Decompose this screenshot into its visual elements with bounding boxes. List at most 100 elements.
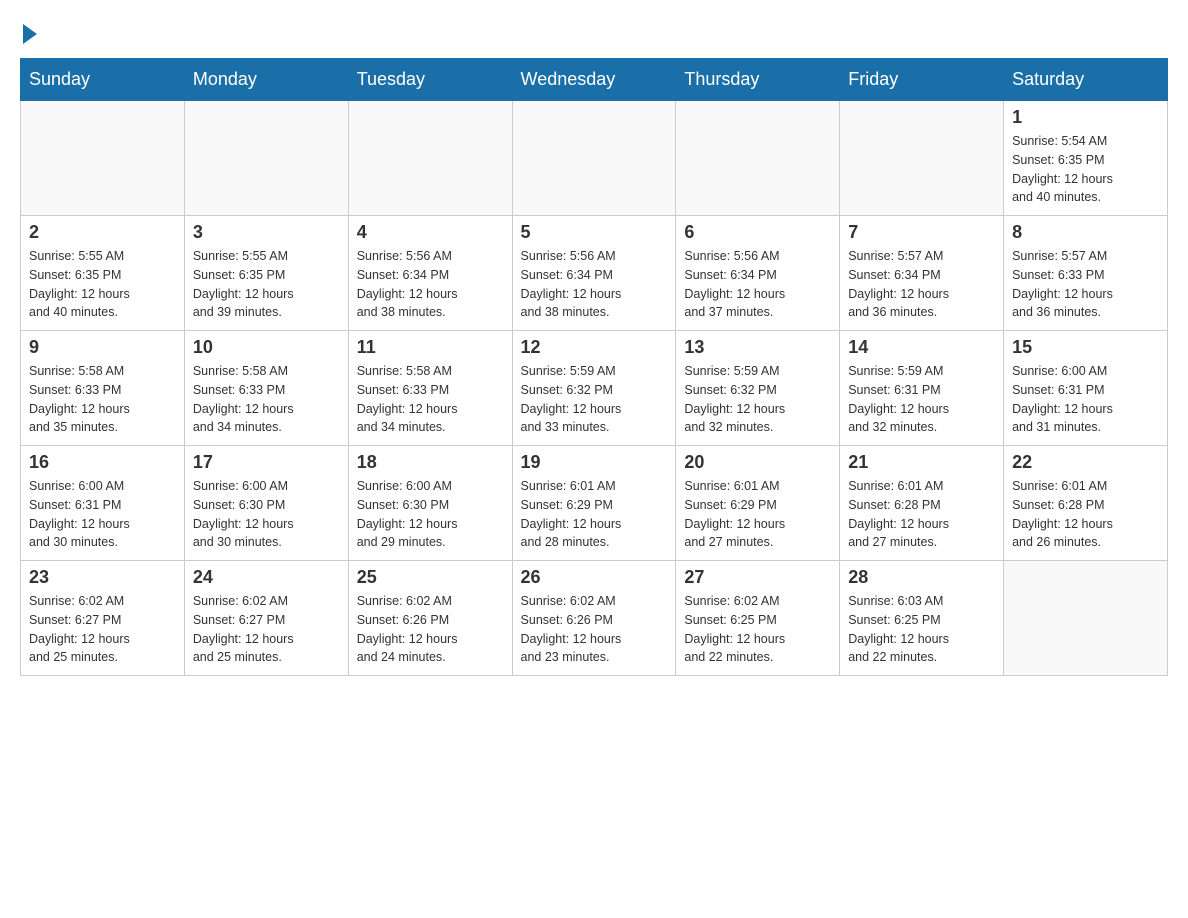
day-number: 28 xyxy=(848,567,995,588)
day-number: 15 xyxy=(1012,337,1159,358)
calendar-cell xyxy=(348,101,512,216)
day-info: Sunrise: 6:01 AM Sunset: 6:28 PM Dayligh… xyxy=(1012,477,1159,552)
day-number: 25 xyxy=(357,567,504,588)
calendar-cell: 6 Sunrise: 5:56 AM Sunset: 6:34 PM Daylig… xyxy=(676,216,840,331)
day-info: Sunrise: 5:56 AM Sunset: 6:34 PM Dayligh… xyxy=(357,247,504,322)
day-number: 7 xyxy=(848,222,995,243)
day-number: 3 xyxy=(193,222,340,243)
calendar-cell: 17Sunrise: 6:00 AM Sunset: 6:30 PM Dayli… xyxy=(184,446,348,561)
calendar-cell: 9 Sunrise: 5:58 AM Sunset: 6:33 PM Daylig… xyxy=(21,331,185,446)
calendar-cell: 14Sunrise: 5:59 AM Sunset: 6:31 PM Dayli… xyxy=(840,331,1004,446)
day-info: Sunrise: 5:58 AM Sunset: 6:33 PM Dayligh… xyxy=(29,362,176,437)
weekday-header-monday: Monday xyxy=(184,59,348,101)
day-info: Sunrise: 5:57 AM Sunset: 6:33 PM Dayligh… xyxy=(1012,247,1159,322)
day-number: 6 xyxy=(684,222,831,243)
weekday-header-saturday: Saturday xyxy=(1004,59,1168,101)
calendar-cell: 11 Sunrise: 5:58 AM Sunset: 6:33 PM Dayli… xyxy=(348,331,512,446)
calendar-cell: 27 Sunrise: 6:02 AM Sunset: 6:25 PM Dayli… xyxy=(676,561,840,676)
day-info: Sunrise: 6:02 AM Sunset: 6:27 PM Dayligh… xyxy=(29,592,176,667)
day-info: Sunrise: 6:00 AM Sunset: 6:30 PM Dayligh… xyxy=(357,477,504,552)
week-row-3: 9 Sunrise: 5:58 AM Sunset: 6:33 PM Daylig… xyxy=(21,331,1168,446)
weekday-header-wednesday: Wednesday xyxy=(512,59,676,101)
calendar-cell: 26 Sunrise: 6:02 AM Sunset: 6:26 PM Dayli… xyxy=(512,561,676,676)
weekday-header-sunday: Sunday xyxy=(21,59,185,101)
calendar-cell xyxy=(21,101,185,216)
day-number: 10 xyxy=(193,337,340,358)
calendar-cell: 18 Sunrise: 6:00 AM Sunset: 6:30 PM Dayli… xyxy=(348,446,512,561)
calendar-cell xyxy=(184,101,348,216)
calendar-cell: 22 Sunrise: 6:01 AM Sunset: 6:28 PM Dayli… xyxy=(1004,446,1168,561)
day-number: 9 xyxy=(29,337,176,358)
day-info: Sunrise: 5:59 AM Sunset: 6:32 PM Dayligh… xyxy=(684,362,831,437)
day-number: 16 xyxy=(29,452,176,473)
calendar-cell: 2Sunrise: 5:55 AM Sunset: 6:35 PM Daylig… xyxy=(21,216,185,331)
day-number: 21 xyxy=(848,452,995,473)
calendar-cell: 4 Sunrise: 5:56 AM Sunset: 6:34 PM Daylig… xyxy=(348,216,512,331)
day-info: Sunrise: 5:58 AM Sunset: 6:33 PM Dayligh… xyxy=(357,362,504,437)
calendar-cell: 12 Sunrise: 5:59 AM Sunset: 6:32 PM Dayli… xyxy=(512,331,676,446)
calendar-cell: 23 Sunrise: 6:02 AM Sunset: 6:27 PM Dayli… xyxy=(21,561,185,676)
page-header xyxy=(20,20,1168,40)
day-info: Sunrise: 5:57 AM Sunset: 6:34 PM Dayligh… xyxy=(848,247,995,322)
day-info: Sunrise: 5:56 AM Sunset: 6:34 PM Dayligh… xyxy=(521,247,668,322)
day-info: Sunrise: 6:01 AM Sunset: 6:28 PM Dayligh… xyxy=(848,477,995,552)
calendar-cell: 5 Sunrise: 5:56 AM Sunset: 6:34 PM Daylig… xyxy=(512,216,676,331)
calendar-cell xyxy=(840,101,1004,216)
calendar-cell xyxy=(512,101,676,216)
calendar-cell: 20 Sunrise: 6:01 AM Sunset: 6:29 PM Dayli… xyxy=(676,446,840,561)
day-info: Sunrise: 6:01 AM Sunset: 6:29 PM Dayligh… xyxy=(521,477,668,552)
day-info: Sunrise: 5:56 AM Sunset: 6:34 PM Dayligh… xyxy=(684,247,831,322)
day-info: Sunrise: 5:59 AM Sunset: 6:31 PM Dayligh… xyxy=(848,362,995,437)
calendar-cell: 24 Sunrise: 6:02 AM Sunset: 6:27 PM Dayli… xyxy=(184,561,348,676)
day-info: Sunrise: 6:00 AM Sunset: 6:31 PM Dayligh… xyxy=(29,477,176,552)
day-info: Sunrise: 6:03 AM Sunset: 6:25 PM Dayligh… xyxy=(848,592,995,667)
day-info: Sunrise: 5:58 AM Sunset: 6:33 PM Dayligh… xyxy=(193,362,340,437)
weekday-header-friday: Friday xyxy=(840,59,1004,101)
day-info: Sunrise: 6:00 AM Sunset: 6:30 PM Dayligh… xyxy=(193,477,340,552)
day-number: 8 xyxy=(1012,222,1159,243)
calendar-header-row: SundayMondayTuesdayWednesdayThursdayFrid… xyxy=(21,59,1168,101)
day-info: Sunrise: 6:01 AM Sunset: 6:29 PM Dayligh… xyxy=(684,477,831,552)
day-number: 27 xyxy=(684,567,831,588)
day-info: Sunrise: 6:02 AM Sunset: 6:26 PM Dayligh… xyxy=(357,592,504,667)
calendar-cell: 25 Sunrise: 6:02 AM Sunset: 6:26 PM Dayli… xyxy=(348,561,512,676)
day-number: 4 xyxy=(357,222,504,243)
calendar-cell: 7 Sunrise: 5:57 AM Sunset: 6:34 PM Daylig… xyxy=(840,216,1004,331)
day-info: Sunrise: 5:59 AM Sunset: 6:32 PM Dayligh… xyxy=(521,362,668,437)
day-number: 19 xyxy=(521,452,668,473)
calendar-cell: 3 Sunrise: 5:55 AM Sunset: 6:35 PM Daylig… xyxy=(184,216,348,331)
calendar-cell: 21 Sunrise: 6:01 AM Sunset: 6:28 PM Dayli… xyxy=(840,446,1004,561)
day-number: 24 xyxy=(193,567,340,588)
day-number: 1 xyxy=(1012,107,1159,128)
calendar-cell: 15 Sunrise: 6:00 AM Sunset: 6:31 PM Dayli… xyxy=(1004,331,1168,446)
calendar-cell: 13 Sunrise: 5:59 AM Sunset: 6:32 PM Dayli… xyxy=(676,331,840,446)
day-number: 23 xyxy=(29,567,176,588)
logo xyxy=(20,20,37,40)
calendar-cell: 28 Sunrise: 6:03 AM Sunset: 6:25 PM Dayli… xyxy=(840,561,1004,676)
calendar-cell: 1 Sunrise: 5:54 AM Sunset: 6:35 PM Daylig… xyxy=(1004,101,1168,216)
calendar-cell xyxy=(676,101,840,216)
day-info: Sunrise: 5:55 AM Sunset: 6:35 PM Dayligh… xyxy=(193,247,340,322)
day-info: Sunrise: 6:00 AM Sunset: 6:31 PM Dayligh… xyxy=(1012,362,1159,437)
weekday-header-tuesday: Tuesday xyxy=(348,59,512,101)
day-number: 11 xyxy=(357,337,504,358)
calendar-cell: 8 Sunrise: 5:57 AM Sunset: 6:33 PM Daylig… xyxy=(1004,216,1168,331)
day-info: Sunrise: 6:02 AM Sunset: 6:25 PM Dayligh… xyxy=(684,592,831,667)
weekday-header-thursday: Thursday xyxy=(676,59,840,101)
week-row-5: 23 Sunrise: 6:02 AM Sunset: 6:27 PM Dayli… xyxy=(21,561,1168,676)
day-number: 26 xyxy=(521,567,668,588)
calendar-cell xyxy=(1004,561,1168,676)
day-number: 20 xyxy=(684,452,831,473)
day-number: 22 xyxy=(1012,452,1159,473)
calendar-cell: 16 Sunrise: 6:00 AM Sunset: 6:31 PM Dayli… xyxy=(21,446,185,561)
day-info: Sunrise: 6:02 AM Sunset: 6:26 PM Dayligh… xyxy=(521,592,668,667)
calendar-table: SundayMondayTuesdayWednesdayThursdayFrid… xyxy=(20,58,1168,676)
day-number: 2 xyxy=(29,222,176,243)
day-info: Sunrise: 6:02 AM Sunset: 6:27 PM Dayligh… xyxy=(193,592,340,667)
day-number: 18 xyxy=(357,452,504,473)
day-number: 13 xyxy=(684,337,831,358)
day-number: 12 xyxy=(521,337,668,358)
calendar-cell: 10 Sunrise: 5:58 AM Sunset: 6:33 PM Dayli… xyxy=(184,331,348,446)
day-info: Sunrise: 5:54 AM Sunset: 6:35 PM Dayligh… xyxy=(1012,132,1159,207)
day-number: 5 xyxy=(521,222,668,243)
